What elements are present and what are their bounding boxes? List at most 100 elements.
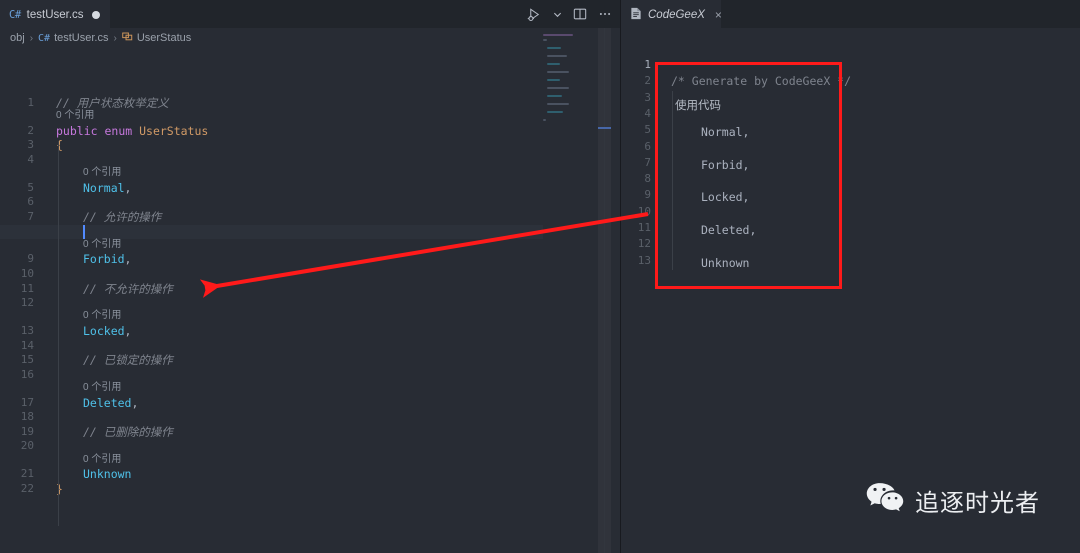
line-number: 8 — [644, 172, 651, 186]
codelens-reference-count[interactable]: 0 个引用 — [83, 309, 121, 322]
line-number: 12 — [637, 237, 651, 251]
tab-label: CodeGeeX — [648, 8, 705, 21]
minimap[interactable] — [543, 32, 593, 212]
line-number: 2 — [27, 123, 34, 137]
watermark-text: 追逐时光者 — [915, 488, 1040, 517]
breadcrumb-root[interactable]: obj — [10, 32, 25, 44]
vscode-window: C# testUser.cs obj › C# testUser.cs › Us… — [0, 0, 1080, 553]
line-number: 11 — [20, 281, 34, 295]
line-number: 9 — [27, 252, 34, 266]
wechat-icon — [866, 482, 904, 518]
line-number: 10 — [20, 267, 34, 280]
editor-actions — [527, 0, 612, 28]
indent-guide — [672, 90, 673, 270]
line-number: 14 — [20, 338, 34, 352]
left-editor-group: C# testUser.cs obj › C# testUser.cs › Us… — [0, 0, 620, 553]
scrollbar-cursor-marker — [598, 127, 611, 129]
suggestion-line[interactable]: Deleted, — [701, 223, 756, 237]
csharp-icon: C# — [38, 32, 51, 44]
chevron-down-icon[interactable] — [553, 10, 562, 19]
run-debug-icon[interactable] — [527, 7, 542, 22]
editor-scrollbar-thumb[interactable] — [598, 28, 611, 553]
left-tabbar: C# testUser.cs — [0, 0, 620, 28]
breadcrumb[interactable]: obj › C# testUser.cs › UserStatus — [0, 28, 620, 48]
file-icon — [630, 7, 642, 22]
minimap-line — [547, 95, 562, 97]
line-number: 15 — [20, 353, 34, 367]
minimap-line — [547, 71, 569, 73]
line-number: 6 — [644, 139, 651, 153]
enum-member: Unknown — [83, 467, 132, 482]
code-comment: // 用户状态枚举定义 — [56, 96, 169, 110]
line-number: 11 — [637, 221, 651, 234]
code-comment: // 已锁定的操作 — [83, 353, 173, 368]
codelens-reference-count[interactable]: 0 个引用 — [83, 453, 121, 466]
line-number: 13 — [637, 253, 651, 267]
line-number: 3 — [644, 90, 651, 104]
line-number: 20 — [20, 439, 34, 453]
tab-codegeex[interactable]: CodeGeeX × — [621, 0, 722, 28]
codelens-reference-count[interactable]: 0 个引用 — [83, 166, 121, 179]
indent-guide — [58, 141, 59, 526]
line-number: 18 — [20, 410, 34, 424]
breadcrumb-separator: › — [29, 32, 34, 44]
codelens-reference-count[interactable]: 0 个引用 — [83, 238, 121, 251]
line-number: 21 — [20, 467, 34, 481]
codelens-reference-count[interactable]: 0 个引用 — [56, 109, 94, 122]
line-number: 3 — [27, 138, 34, 152]
enum-member: Deleted, — [83, 395, 139, 410]
csharp-file-icon: C# — [9, 8, 21, 21]
line-number: 5 — [27, 180, 34, 194]
enum-member: Forbid, — [83, 252, 132, 267]
code-comment: // 已删除的操作 — [83, 424, 173, 439]
line-number: 1 — [644, 58, 651, 71]
line-number: 7 — [27, 210, 34, 223]
codelens-reference-count[interactable]: 0 个引用 — [83, 381, 121, 394]
split-editor-icon[interactable] — [573, 7, 587, 21]
active-line-highlight — [0, 224, 543, 239]
enum-icon — [122, 31, 133, 45]
line-number: 17 — [20, 395, 34, 409]
unsaved-indicator-icon[interactable] — [91, 10, 100, 19]
watermark: 追逐时光者 — [866, 482, 1040, 518]
ellipsis-icon[interactable] — [598, 7, 612, 21]
line-number: 16 — [20, 367, 34, 381]
line-number: 9 — [644, 188, 651, 202]
enum-member: Locked, — [83, 324, 132, 338]
line-number: 12 — [20, 296, 34, 310]
breadcrumb-file[interactable]: testUser.cs — [54, 32, 108, 44]
enum-member: Normal, — [83, 180, 132, 195]
tab-testUser-cs[interactable]: C# testUser.cs — [0, 0, 110, 28]
suggestion-line[interactable]: Normal, — [701, 125, 749, 139]
right-editor-group: CodeGeeX × 1 2 3 4 5 6 7 8 9 10 11 12 13/* Generate … — [621, 0, 1080, 553]
minimap-line — [543, 39, 547, 41]
line-number: 22 — [20, 481, 34, 495]
tab-label: testUser.cs — [26, 8, 84, 21]
minimap-line — [547, 55, 567, 57]
close-icon[interactable]: × — [715, 9, 722, 21]
use-code-label[interactable]: 使用代码 — [675, 97, 721, 113]
minimap-line — [547, 111, 563, 113]
minimap-line — [543, 34, 573, 36]
line-number: 1 — [27, 96, 34, 109]
line-number: 6 — [27, 195, 34, 209]
code-comment: // 不允许的操作 — [83, 281, 173, 296]
minimap-line — [547, 47, 561, 49]
minimap-line — [547, 87, 569, 89]
minimap-line — [543, 119, 546, 121]
line-number: 2 — [644, 74, 651, 88]
line-number: 4 — [27, 153, 34, 166]
line-number: 19 — [20, 424, 34, 438]
line-number: 5 — [644, 123, 651, 137]
suggestion-line[interactable]: Forbid, — [701, 158, 749, 172]
line-number: 13 — [20, 324, 34, 337]
breadcrumb-separator-2: › — [113, 32, 117, 44]
enum-declaration: public enum UserStatus — [56, 123, 209, 138]
minimap-line — [547, 79, 560, 81]
line-number: 4 — [644, 106, 651, 120]
minimap-line — [547, 103, 569, 105]
suggestion-line[interactable]: Unknown — [701, 256, 749, 270]
breadcrumb-symbol[interactable]: UserStatus — [137, 32, 191, 44]
generated-by-comment: /* Generate by CodeGeeX */ — [671, 74, 852, 89]
suggestion-line[interactable]: Locked, — [701, 190, 749, 204]
